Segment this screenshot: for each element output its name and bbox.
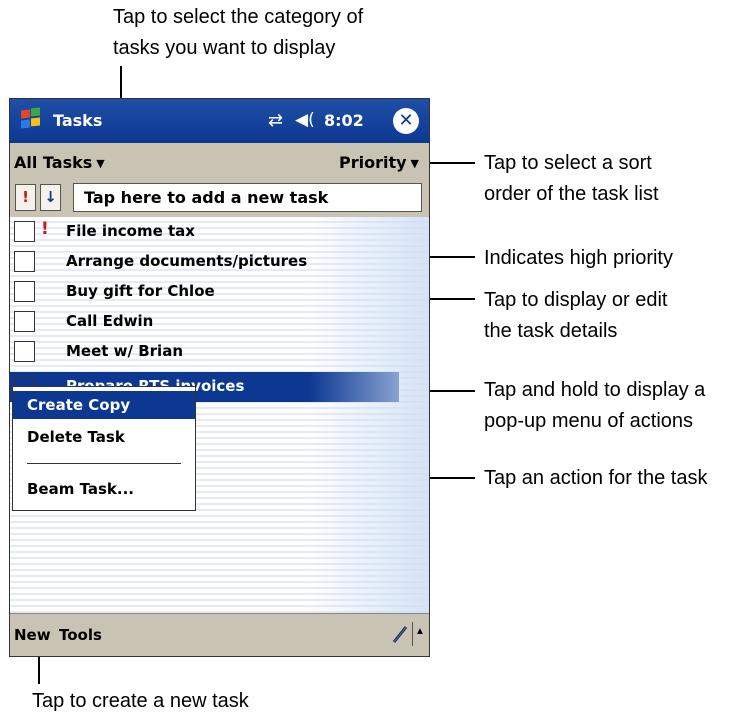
callout-hold: Tap and hold to display a pop-up menu of… [484, 379, 706, 432]
filter-bar: All Tasks ▼ Priority ▼ [10, 143, 429, 179]
category-dropdown-label: All Tasks [14, 153, 93, 172]
task-row[interactable]: Call Edwin [10, 307, 429, 337]
app-title: Tasks [53, 111, 103, 130]
callout-priority: Indicates high priority [484, 247, 673, 269]
task-row[interactable]: Meet w/ Brian [10, 337, 429, 367]
task-label: Arrange documents/pictures [66, 252, 308, 270]
task-checkbox[interactable] [14, 281, 35, 302]
category-dropdown[interactable]: All Tasks ▼ [14, 153, 105, 172]
sort-direction-button[interactable]: ↓ [40, 184, 61, 211]
up-arrow-icon[interactable]: ▲ [412, 622, 427, 646]
new-menu[interactable]: New [14, 626, 51, 644]
menu-divider [27, 463, 181, 464]
task-row[interactable]: Buy gift for Chloe [10, 277, 429, 307]
callout-details: Tap to display or edit the task details [484, 289, 668, 342]
callout-sort: Tap to select a sort order of the task l… [484, 152, 659, 205]
callout-new: Tap to create a new task [32, 690, 249, 712]
task-row[interactable]: ! File income tax [10, 217, 429, 247]
title-bar: Tasks ⇄ ◀( 8:02 ✕ [10, 99, 429, 143]
pen-icon[interactable] [391, 623, 409, 645]
speaker-icon[interactable]: ◀( [295, 110, 315, 130]
task-checkbox[interactable] [14, 311, 35, 332]
sort-dropdown-label: Priority [338, 153, 407, 172]
close-icon[interactable]: ✕ [393, 108, 419, 134]
priority-button[interactable]: ! [15, 184, 36, 211]
callout-action: Tap an action for the task [484, 467, 708, 489]
windows-flag-icon[interactable] [16, 105, 46, 135]
task-row[interactable]: Arrange documents/pictures [10, 247, 429, 277]
entry-bar: ! ↓ Tap here to add a new task [10, 179, 429, 217]
tools-menu[interactable]: Tools [59, 626, 102, 644]
connectivity-icon[interactable]: ⇄ [268, 110, 283, 131]
task-checkbox[interactable] [14, 221, 35, 242]
clock[interactable]: 8:02 [324, 111, 364, 130]
menu-item-create-copy[interactable]: Create Copy [13, 391, 195, 419]
task-checkbox[interactable] [14, 341, 35, 362]
device-screen: Tasks ⇄ ◀( 8:02 ✕ All Tasks ▼ Priority ▼ !… [9, 98, 430, 657]
task-label: Meet w/ Brian [66, 342, 183, 360]
callout-category: Tap to select the category of tasks you … [113, 6, 364, 59]
sort-dropdown[interactable]: Priority ▼ [339, 153, 419, 172]
new-task-input[interactable]: Tap here to add a new task [73, 183, 422, 212]
chevron-down-icon: ▼ [410, 157, 419, 170]
high-priority-icon: ! [41, 219, 49, 239]
task-label: File income tax [66, 222, 195, 240]
task-checkbox[interactable] [14, 251, 35, 272]
task-label: Buy gift for Chloe [66, 282, 215, 300]
menu-item-beam-task[interactable]: Beam Task... [13, 475, 195, 503]
menu-item-delete-task[interactable]: Delete Task [13, 423, 195, 451]
chevron-down-icon: ▼ [96, 157, 105, 170]
context-menu: Create Copy Delete Task Beam Task... [12, 386, 196, 511]
menu-bar: New Tools ▲ [10, 613, 429, 656]
task-label: Call Edwin [66, 312, 154, 330]
